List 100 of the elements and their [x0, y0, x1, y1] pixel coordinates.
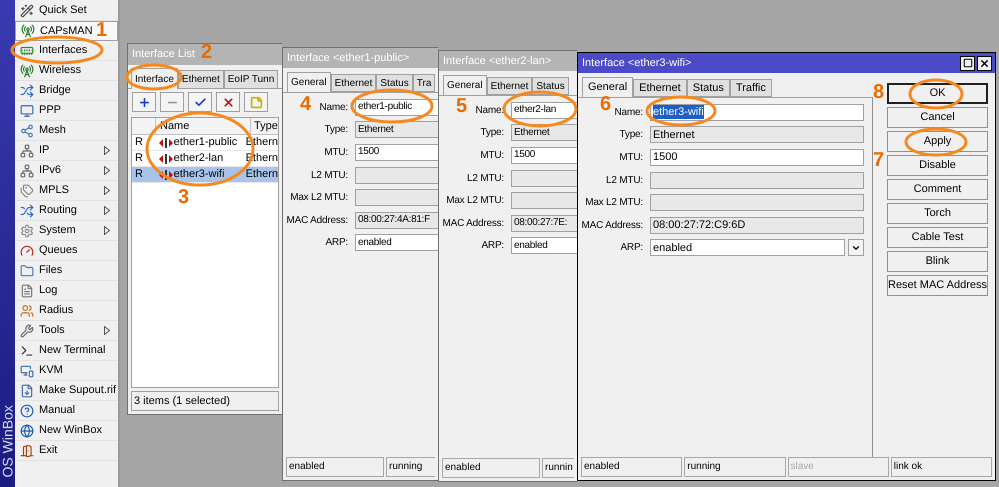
toolbar-button[interactable]	[132, 92, 156, 112]
tags-icon	[20, 184, 34, 198]
dialog-button[interactable]: OK	[887, 83, 988, 104]
dialog-button[interactable]: Blink	[887, 251, 988, 272]
table-row[interactable]: R ether3-wifi Ethern	[132, 167, 278, 183]
tab[interactable]: Tra	[412, 74, 436, 92]
dialog-button[interactable]: Torch	[887, 203, 988, 224]
close-icon	[979, 58, 990, 68]
input-field[interactable]: enabled	[355, 234, 438, 252]
menu-item[interactable]: Radius	[15, 301, 118, 321]
window-title: Interface <ether1-public>	[287, 50, 410, 66]
menu-item[interactable]: System	[15, 221, 118, 241]
field-value: 08:00:27:72:C9:6D	[653, 218, 746, 232]
tab[interactable]: General	[443, 75, 487, 95]
menu-item[interactable]: Mesh	[15, 121, 118, 141]
help-icon	[20, 404, 34, 418]
input-field[interactable]: enabled	[511, 237, 577, 254]
dialog-button[interactable]: Apply	[887, 131, 988, 152]
flag-cell-text: R	[134, 135, 144, 150]
dialog-button[interactable]: Reset MAC Address	[887, 275, 988, 296]
annotation-number: 3	[178, 187, 190, 207]
input-field[interactable]: 1500	[511, 146, 577, 164]
field-value: ether1-public	[358, 100, 412, 114]
status-segment: runnin	[542, 458, 574, 478]
field-value: enabled	[653, 240, 692, 255]
field-label: L2 MTU:	[311, 168, 348, 183]
menu-item[interactable]: Manual	[15, 401, 118, 421]
bridge-icon	[20, 84, 34, 98]
tab[interactable]: Status	[686, 79, 730, 97]
menu-item[interactable]: Bridge	[15, 81, 118, 101]
field-label: Type:	[480, 126, 504, 140]
status-segment: enabled	[442, 458, 540, 478]
network-icon	[20, 144, 34, 158]
note-icon	[250, 96, 262, 108]
name-cell-text: ether1-public	[174, 135, 238, 150]
menu-item[interactable]: Routing	[15, 201, 118, 221]
menu-item[interactable]: Log	[15, 281, 118, 301]
tab[interactable]: General	[582, 77, 634, 97]
menu-item[interactable]: KVM	[15, 361, 118, 381]
window-title: Interface <ether2-lan>	[443, 54, 552, 69]
status-segment: running	[386, 457, 435, 477]
input-field[interactable]: 1500	[650, 148, 864, 166]
dropdown-button[interactable]	[848, 239, 864, 256]
field-value: 08:00:27:4A:81:F	[358, 213, 430, 228]
tab[interactable]: Ethernet	[633, 79, 687, 97]
mesh-icon	[20, 124, 34, 138]
menu-item[interactable]: MPLS	[15, 181, 118, 201]
field-label: ARP:	[620, 241, 643, 256]
annotation-number: 2	[201, 42, 212, 62]
status-segment: slave	[788, 457, 889, 477]
tab[interactable]: Ethernet	[486, 77, 532, 95]
close-button[interactable]	[977, 56, 992, 70]
menu-item[interactable]: New WinBox	[15, 421, 118, 441]
input-field[interactable]: ether3-wifi	[650, 104, 864, 121]
field-label: Max L2 MTU:	[446, 194, 504, 208]
menu-item[interactable]: Queues	[15, 241, 118, 261]
dialog-button[interactable]: Cable Test	[887, 227, 988, 248]
input-field[interactable]: ether1-public	[355, 98, 438, 116]
status-segment: link ok	[890, 457, 992, 477]
folder-icon	[20, 264, 34, 278]
menu-item[interactable]: IP	[15, 141, 118, 161]
menu-item[interactable]: Files	[15, 261, 118, 281]
tab[interactable]: EoIP Tunn	[224, 70, 278, 89]
input-field[interactable]: enabled	[650, 239, 845, 256]
window-title: Interface List	[132, 47, 195, 62]
field-value: 1500	[653, 150, 678, 164]
menu-item[interactable]: Make Supout.rif	[15, 381, 118, 401]
tab[interactable]: General	[287, 72, 331, 92]
menu-item[interactable]: Wireless	[15, 61, 118, 81]
menu-item[interactable]: Exit	[15, 441, 118, 461]
flag-cell-text: R	[134, 167, 144, 182]
ethernet-icon	[158, 170, 173, 180]
field-label: MAC Address:	[442, 216, 504, 231]
tab[interactable]: Traffic	[730, 79, 772, 97]
toolbar-button[interactable]	[188, 92, 212, 112]
field-value: enabled	[514, 238, 548, 253]
annotation-number: 6	[600, 94, 612, 114]
input-field[interactable]: 1500	[355, 144, 438, 161]
annotation-number: 1	[96, 20, 108, 40]
terminal-icon	[20, 344, 34, 358]
annotation-ellipse	[904, 128, 968, 156]
field-label: ARP:	[325, 236, 348, 250]
menu-item[interactable]: Tools	[15, 321, 118, 341]
input-field[interactable]: ether2-lan	[511, 102, 577, 119]
tab[interactable]: Ethernet	[330, 74, 376, 92]
dialog-button[interactable]: Disable	[887, 155, 988, 176]
maximize-button[interactable]	[960, 56, 975, 70]
column-header[interactable]: Type	[251, 118, 278, 134]
menu-item[interactable]: IPv6	[15, 161, 118, 181]
menu-item[interactable]: Interfaces	[15, 41, 118, 61]
dialog-button[interactable]: Cancel	[887, 107, 988, 128]
gauge-icon	[20, 244, 34, 258]
menu-item[interactable]: New Terminal	[15, 341, 118, 361]
window-title-bar[interactable]: Interface <ether3-wifi>	[578, 53, 995, 73]
tab[interactable]: Ethernet	[178, 70, 224, 89]
dialog-button[interactable]: Comment	[887, 179, 988, 200]
menu-item[interactable]: PPP	[15, 101, 118, 121]
file-download-icon	[20, 384, 34, 398]
status-segment: running	[684, 457, 786, 477]
toolbar-button[interactable]	[216, 92, 240, 112]
